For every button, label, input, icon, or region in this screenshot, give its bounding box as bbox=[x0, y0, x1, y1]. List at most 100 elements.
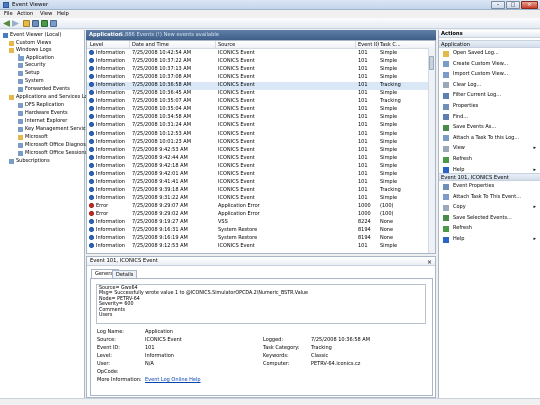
close-button[interactable]: × bbox=[521, 1, 538, 9]
information-icon bbox=[89, 106, 94, 112]
table-row[interactable]: Information 7/25/2008 10:35:04 AM ICONICS … bbox=[87, 106, 429, 114]
menu-view[interactable]: View bbox=[40, 11, 52, 17]
folder-icon[interactable] bbox=[23, 20, 30, 27]
actions-section-application[interactable]: Application bbox=[439, 40, 540, 48]
action-open-saved-log[interactable]: Open Saved Log... bbox=[453, 50, 499, 57]
source-cell: VSS bbox=[218, 219, 228, 226]
action-view[interactable]: View bbox=[453, 145, 465, 152]
table-row[interactable]: Information 7/25/2008 9:42:18 AM ICONICS E… bbox=[87, 162, 429, 171]
menu-action[interactable]: Action bbox=[17, 11, 33, 17]
table-row[interactable]: Information 7/25/2008 10:36:45 AM ICONICS … bbox=[87, 90, 429, 98]
action-refresh[interactable]: Refresh bbox=[453, 156, 472, 163]
tree-application[interactable]: Application bbox=[18, 54, 54, 61]
action-filter-current-log[interactable]: Filter Current Log... bbox=[453, 92, 501, 99]
action-create-custom-view[interactable]: Create Custom View... bbox=[453, 61, 508, 68]
tree-node-label: Security bbox=[25, 62, 46, 68]
action-import-custom-view[interactable]: Import Custom View... bbox=[453, 71, 508, 78]
action-event-properties[interactable]: Event Properties bbox=[453, 183, 494, 190]
action-refresh-event[interactable]: Refresh bbox=[453, 225, 472, 232]
action-copy[interactable]: Copy bbox=[453, 204, 466, 211]
actions-section-event[interactable]: Event 101, ICONICS Event bbox=[439, 173, 540, 181]
event-id-cell: 1000 bbox=[358, 202, 371, 209]
level-cell: Information bbox=[96, 243, 125, 250]
action-save-selected-events[interactable]: Save Selected Events... bbox=[453, 215, 512, 222]
show-hide-tree-icon[interactable] bbox=[32, 20, 39, 27]
error-icon bbox=[89, 211, 94, 216]
back-icon[interactable] bbox=[3, 20, 10, 27]
table-row[interactable]: Information 7/25/2008 10:37:08 AM ICONICS … bbox=[87, 74, 429, 82]
table-row[interactable]: Information 7/25/2008 9:42:01 AM ICONICS E… bbox=[87, 170, 429, 179]
action-clear-log[interactable]: Clear Log... bbox=[453, 82, 481, 89]
maximize-button[interactable]: □ bbox=[506, 1, 520, 9]
column-task-category[interactable]: Task C... bbox=[380, 42, 401, 48]
tree-node-label: System bbox=[25, 78, 44, 84]
table-row[interactable]: Information 7/25/2008 10:01:23 AM ICONICS … bbox=[87, 138, 429, 147]
action-attach-task-to-log[interactable]: Attach a Task To this Log... bbox=[453, 135, 519, 142]
table-row[interactable]: Information 7/25/2008 9:42:44 AM ICONICS E… bbox=[87, 154, 429, 163]
detail-close-button[interactable]: × bbox=[427, 258, 432, 267]
source-cell: Application Error bbox=[218, 202, 260, 209]
table-row[interactable]: Information 7/25/2008 10:42:54 AM ICONICS … bbox=[87, 50, 429, 58]
table-row[interactable]: Information 7/25/2008 9:41:41 AM ICONICS E… bbox=[87, 178, 429, 187]
table-row[interactable]: Error 7/25/2008 9:29:02 AM Application Err… bbox=[87, 211, 429, 219]
menu-help[interactable]: Help bbox=[57, 11, 69, 17]
events-scrollbar[interactable] bbox=[428, 48, 435, 253]
source-cell: ICONICS Event bbox=[218, 90, 255, 97]
column-level[interactable]: Level bbox=[90, 42, 103, 48]
table-row[interactable]: Error 7/25/2008 9:29:07 AM Application Err… bbox=[87, 202, 429, 211]
table-row[interactable]: Information 7/25/2008 9:16:19 AM System Re… bbox=[87, 235, 429, 243]
actions-pane: Actions Application Open Saved Log... Cre… bbox=[438, 30, 540, 398]
action-save-events-as[interactable]: Save Events As... bbox=[453, 124, 496, 131]
action-find[interactable]: Find... bbox=[453, 114, 468, 121]
logged-label: Logged: bbox=[263, 337, 284, 343]
show-hide-action-pane-icon[interactable] bbox=[50, 20, 57, 27]
date-cell: 7/25/2008 10:35:07 AM bbox=[132, 98, 192, 105]
task-category-cell: Simple bbox=[380, 194, 398, 201]
information-icon bbox=[89, 186, 94, 192]
table-row[interactable]: Information 7/25/2008 9:19:27 AM VSS 8224 No… bbox=[87, 219, 429, 227]
action-properties[interactable]: Properties bbox=[453, 103, 478, 110]
task-category-cell: Simple bbox=[380, 114, 398, 121]
event-message[interactable]: Source= Gwx64 Msg= Successfully wrote val… bbox=[96, 284, 426, 324]
event-log-online-help-link[interactable]: Event Log Online Help bbox=[145, 377, 201, 383]
table-row[interactable]: Information 7/25/2008 9:42:53 AM ICONICS E… bbox=[87, 146, 429, 155]
table-row[interactable]: Information 7/25/2008 9:16:31 AM System Re… bbox=[87, 227, 429, 235]
keywords-label: Keywords: bbox=[263, 353, 289, 359]
events-scrollbar-thumb[interactable] bbox=[429, 56, 434, 70]
refresh-event-icon bbox=[443, 225, 449, 232]
date-cell: 7/25/2008 10:42:54 AM bbox=[132, 50, 192, 56]
table-row[interactable]: Information 7/25/2008 10:37:13 AM ICONICS … bbox=[87, 66, 429, 74]
column-source[interactable]: Source bbox=[218, 42, 235, 48]
table-row[interactable]: Information 7/25/2008 9:39:18 AM ICONICS E… bbox=[87, 186, 429, 195]
computer-value: PETRV-64.iconics.cz bbox=[311, 361, 361, 367]
create-custom-view-icon bbox=[443, 61, 449, 68]
table-row[interactable]: Information 7/25/2008 10:12:53 AM ICONICS … bbox=[87, 130, 429, 139]
table-row[interactable]: Information 7/25/2008 9:12:53 AM ICONICS E… bbox=[87, 243, 429, 251]
tree-node-label: Hardware Events bbox=[25, 110, 68, 116]
task-category-value: Tracking bbox=[311, 345, 332, 351]
event-id-cell: 101 bbox=[358, 146, 368, 153]
event-id-value: 101 bbox=[145, 345, 155, 351]
help-icon[interactable] bbox=[41, 20, 48, 27]
date-cell: 7/25/2008 10:34:58 AM bbox=[132, 114, 192, 121]
menu-file[interactable]: File bbox=[4, 11, 13, 17]
table-row[interactable]: Information 7/25/2008 10:31:24 AM ICONICS … bbox=[87, 122, 429, 130]
table-row[interactable]: Information 7/25/2008 10:37:22 AM ICONICS … bbox=[87, 58, 429, 66]
task-category-cell: Tracking bbox=[380, 98, 401, 105]
column-date[interactable]: Date and Time bbox=[132, 42, 169, 48]
date-cell: 7/25/2008 10:36:58 AM bbox=[132, 82, 192, 89]
tab-details[interactable]: Details bbox=[112, 270, 138, 278]
table-row[interactable]: Information 7/25/2008 9:31:22 AM ICONICS E… bbox=[87, 194, 429, 203]
date-cell: 7/25/2008 10:36:45 AM bbox=[132, 90, 192, 97]
date-cell: 7/25/2008 9:39:18 AM bbox=[132, 186, 188, 193]
level-cell: Information bbox=[96, 227, 125, 234]
action-help-event[interactable]: Help bbox=[453, 236, 464, 243]
table-row[interactable]: Information 7/25/2008 10:36:58 AM ICONICS … bbox=[87, 82, 429, 90]
minimize-button[interactable]: – bbox=[491, 1, 505, 9]
tree-node-icon bbox=[18, 151, 23, 156]
forward-icon[interactable] bbox=[12, 20, 19, 27]
table-row[interactable]: Information 7/25/2008 10:34:58 AM ICONICS … bbox=[87, 114, 429, 122]
source-cell: ICONICS Event bbox=[218, 170, 255, 177]
table-row[interactable]: Information 7/25/2008 10:35:07 AM ICONICS … bbox=[87, 98, 429, 106]
action-attach-task-to-event[interactable]: Attach Task To This Event... bbox=[453, 194, 521, 201]
